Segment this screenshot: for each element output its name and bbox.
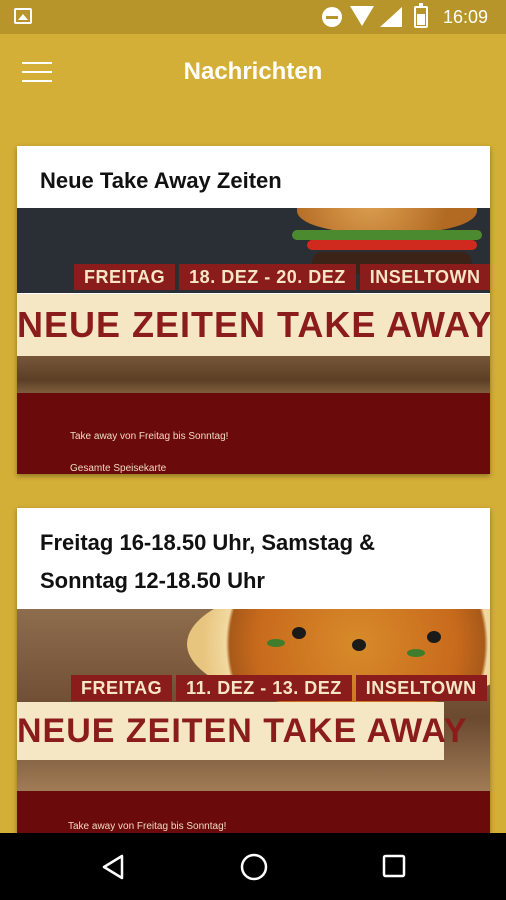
card-title: Freitag 16-18.50 Uhr, Samstag & Sonntag … [40, 530, 376, 593]
card-banner-image[interactable]: FREITAG 18. DEZ - 20. DEZ INSELTOWN NEUE… [17, 208, 490, 474]
home-icon[interactable] [239, 852, 269, 882]
card-line: Take away von Freitag bis Sonntag! [68, 821, 227, 832]
tag-day: FREITAG [71, 675, 173, 701]
card-line: Take away von Freitag bis Sonntag! [70, 431, 229, 442]
tag-row: FREITAG 18. DEZ - 20. DEZ INSELTOWN [74, 264, 490, 290]
tag-location: INSELTOWN [355, 675, 487, 701]
navigation-bar [0, 833, 506, 900]
tag-date: 18. DEZ - 20. DEZ [179, 264, 356, 290]
page-title: Nachrichten [183, 58, 323, 85]
card-footer: Take away von Freitag bis Sonntag! Gesam… [17, 393, 490, 474]
battery-icon [414, 3, 428, 28]
back-icon[interactable] [100, 853, 128, 881]
signal-icon [380, 7, 402, 27]
do-not-disturb-icon [322, 7, 342, 27]
card-line: Gesamte Speisekarte [70, 463, 167, 474]
headline-band: NEUE ZEITEN TAKE AWAY [17, 702, 466, 760]
recents-icon[interactable] [381, 853, 407, 879]
status-bar: 16:09 [0, 0, 506, 34]
card-footer: Take away von Freitag bis Sonntag! [17, 791, 490, 833]
tag-location: INSELTOWN [359, 264, 490, 290]
tag-row: FREITAG 11. DEZ - 13. DEZ INSELTOWN [71, 675, 487, 701]
app-bar: Nachrichten [0, 34, 506, 114]
gallery-icon [14, 8, 32, 24]
wifi-icon [350, 6, 374, 26]
tag-date: 11. DEZ - 13. DEZ [176, 675, 352, 701]
headline-band: NEUE ZEITEN TAKE AWAY [17, 294, 490, 356]
status-time: 16:09 [443, 7, 489, 27]
card-banner-image[interactable]: FREITAG 11. DEZ - 13. DEZ INSELTOWN NEUE… [17, 609, 490, 833]
card-title: Neue Take Away Zeiten [40, 168, 282, 193]
news-card[interactable]: Neue Take Away Zeiten FREITAG 18. DEZ - … [17, 146, 490, 474]
news-card[interactable]: Freitag 16-18.50 Uhr, Samstag & Sonntag … [17, 508, 490, 833]
tag-day: FREITAG [74, 264, 176, 290]
